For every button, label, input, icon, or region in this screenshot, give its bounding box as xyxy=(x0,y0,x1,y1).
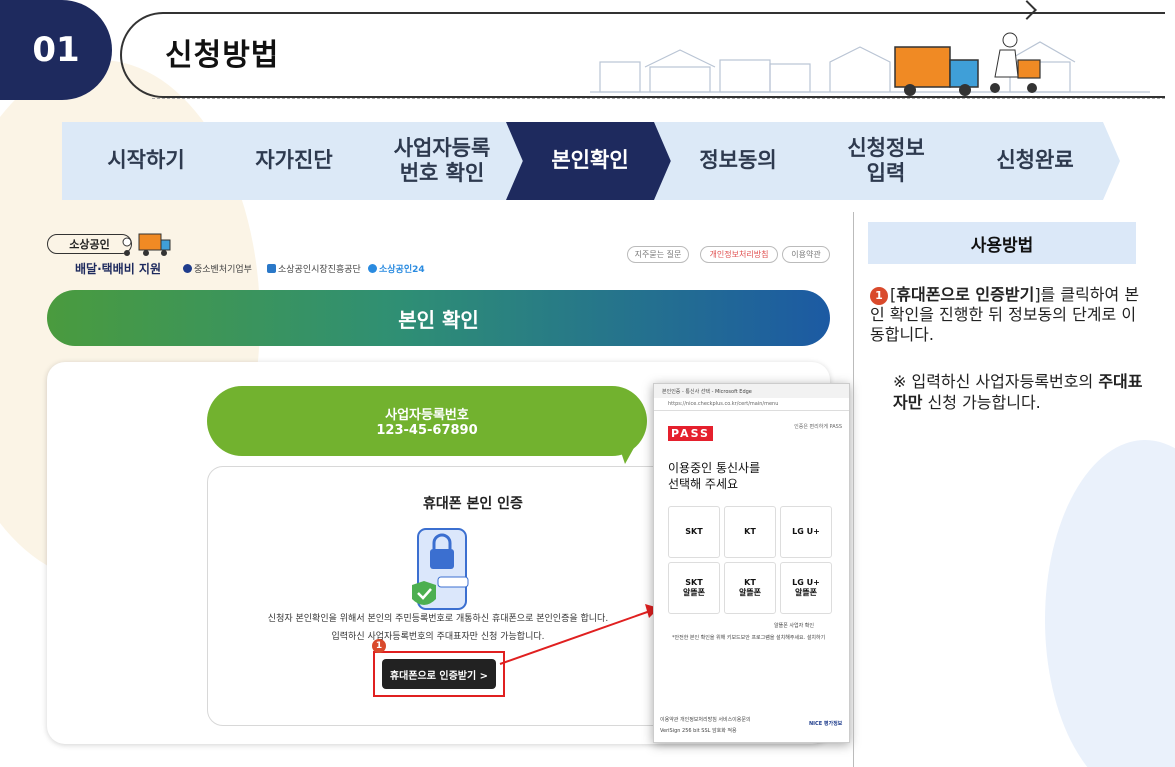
step-complete: 신청완료 xyxy=(950,122,1120,200)
step-identity-check: 본인확인 xyxy=(506,122,674,200)
business-number-label: 사업자등록번호 xyxy=(385,408,469,423)
carrier-lgu-mvno[interactable]: LG U+ 알뜰폰 xyxy=(780,562,832,614)
section-number: 01 xyxy=(0,0,112,100)
privacy-link[interactable]: 개인정보처리방침 xyxy=(700,246,778,263)
carrier-skt-mvno[interactable]: SKT 알뜰폰 xyxy=(668,562,720,614)
org-semas: 소상공인시장진흥공단 xyxy=(267,262,361,275)
terms-link[interactable]: 이용약관 xyxy=(782,246,830,263)
popup-footer-links[interactable]: 이용약관 개인정보처리방침 서비스이용문의 xyxy=(660,716,751,723)
step-marker: 1 xyxy=(870,286,888,305)
pass-popup-window: 본인인증 - 통신사 선택 - Microsoft Edge https://n… xyxy=(653,383,850,743)
howto-step: 1 [휴대폰으로 인증받기]를 클릭하여 본인 확인을 진행한 뒤 정보동의 단계… xyxy=(870,285,1140,344)
popup-footer-ssl: VeriSign 256 bit SSL 암호화 적용 xyxy=(660,728,737,734)
divider xyxy=(853,212,854,767)
carrier-lgu[interactable]: LG U+ xyxy=(780,506,832,558)
carrier-select-title: 이용중인 통신사를 선택해 주세요 xyxy=(668,461,761,492)
howto-note: ※ 입력하신 사업자등록번호의 주대표자만 신청 가능합니다. xyxy=(893,372,1143,412)
truck-icon xyxy=(894,46,979,96)
howto-title: 사용방법 xyxy=(868,222,1136,264)
background-blob xyxy=(1045,440,1175,767)
delivery-illustration xyxy=(590,32,1150,96)
business-number-bubble: 사업자등록번호 123-45-67890 xyxy=(207,386,647,456)
step-marker: 1 xyxy=(372,639,386,653)
pointer-arrow-icon xyxy=(499,604,659,665)
gov-logo-icon xyxy=(183,264,192,273)
bubble-tail xyxy=(619,446,635,464)
pass-note: 인증은 편리하게 PASS xyxy=(794,424,842,430)
scooter-icon xyxy=(990,32,1041,93)
sbiz24-logo-icon xyxy=(368,264,377,273)
mvno-check-link[interactable]: 알뜰폰 사업자 확인 xyxy=(774,622,814,629)
truck-logo-icon xyxy=(122,233,171,256)
step-application-info: 신청정보 입력 xyxy=(802,122,970,200)
highlight-frame xyxy=(373,651,505,697)
banner-title: 본인 확인 xyxy=(47,290,830,346)
carrier-kt[interactable]: KT xyxy=(724,506,776,558)
progress-steps: 시작하기 자가진단 사업자등록 번호 확인 본인확인 정보동의 신청정보 입력 … xyxy=(62,122,1165,200)
brand-subtitle: 배달·택배비 지원 xyxy=(75,262,162,276)
carrier-skt[interactable]: SKT xyxy=(668,506,720,558)
faq-link[interactable]: 지주묻는 질문 xyxy=(627,246,689,263)
popup-url: https://nice.checkplus.co.kr/cert/main/m… xyxy=(654,398,849,411)
org-sbiz24: 소상공인24 xyxy=(368,262,425,275)
org-mss: 중소벤처기업부 xyxy=(183,262,252,275)
step-business-number: 사업자등록 번호 확인 xyxy=(358,122,526,200)
page: 01 신청방법 시작하기 자가진단 사업자등록 번호 확인 본인확인 정보동의 … xyxy=(0,0,1175,767)
business-number-value: 123-45-67890 xyxy=(376,423,478,438)
security-notice: *안전한 본인 확인을 위해 키보드보안 프로그램을 설치해주세요. 설치하기 xyxy=(672,635,826,641)
popup-titlebar: 본인인증 - 통신사 선택 - Microsoft Edge xyxy=(654,384,849,398)
step-self-check: 자가진단 xyxy=(210,122,378,200)
step-consent: 정보동의 xyxy=(654,122,822,200)
pass-logo: PASS xyxy=(668,426,713,441)
page-title: 신청방법 xyxy=(165,38,280,73)
nice-logo: NICE 평가정보 xyxy=(809,721,843,727)
step-start: 시작하기 xyxy=(62,122,230,200)
semas-logo-icon xyxy=(267,264,276,273)
phone-lock-icon xyxy=(412,528,469,610)
carrier-kt-mvno[interactable]: KT 알뜰폰 xyxy=(724,562,776,614)
